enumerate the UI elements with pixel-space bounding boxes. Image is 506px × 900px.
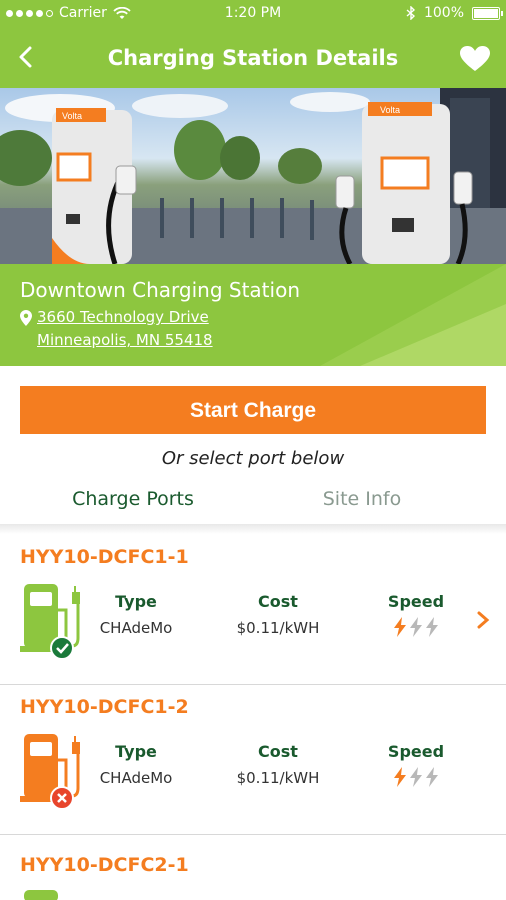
battery-percent: 100%: [423, 5, 464, 21]
bolt-icon: [410, 767, 422, 787]
station-name: Downtown Charging Station: [20, 278, 300, 302]
port-id: HYY10-DCFC1-1: [20, 546, 189, 568]
type-header: Type: [115, 742, 157, 761]
charger-unavailable-icon: [20, 734, 80, 810]
station-info: Downtown Charging Station 3660 Technolog…: [0, 264, 506, 366]
charger-illustration: Volta Volta: [0, 88, 506, 264]
cost-value: $0.11/kWH: [236, 619, 320, 637]
speed-indicator: [380, 617, 452, 637]
bolt-icon: [426, 767, 438, 787]
speed-header: Speed: [387, 742, 445, 761]
start-charge-button[interactable]: Start Charge: [20, 386, 486, 434]
address-line-1[interactable]: 3660 Technology Drive: [37, 308, 209, 326]
cost-header: Cost: [258, 592, 298, 611]
port-id: HYY10-DCFC1-2: [20, 696, 189, 718]
port-row[interactable]: HYY10-DCFC1-1 Type CHAdeMo Cost $0.11/kW…: [0, 534, 506, 685]
station-photo: Volta Volta: [0, 88, 506, 264]
tab-site-info[interactable]: Site Info: [249, 488, 475, 524]
battery-icon: [472, 6, 503, 20]
chevron-right-icon[interactable]: [476, 610, 490, 630]
type-value: CHAdeMo: [99, 619, 173, 637]
charger-available-icon: [20, 584, 80, 660]
speed-indicator: [380, 767, 452, 787]
bolt-icon: [410, 617, 422, 637]
charger-available-icon: [24, 890, 58, 900]
select-port-hint: Or select port below: [161, 448, 345, 469]
brand-label: Volta: [62, 111, 82, 121]
cost-header: Cost: [258, 742, 298, 761]
bluetooth-icon: [406, 6, 415, 20]
type-value: CHAdeMo: [99, 769, 173, 787]
bolt-icon: [426, 617, 438, 637]
page-title: Charging Station Details: [107, 46, 399, 70]
location-pin-icon: [20, 310, 32, 326]
type-header: Type: [115, 592, 157, 611]
nav-header: Charging Station Details: [0, 28, 506, 88]
heart-icon[interactable]: [460, 46, 490, 72]
tab-charge-ports[interactable]: Charge Ports: [20, 488, 246, 526]
address-line-2[interactable]: Minneapolis, MN 55418: [37, 331, 213, 349]
port-row[interactable]: HYY10-DCFC2-1: [0, 834, 506, 900]
speed-header: Speed: [387, 592, 445, 611]
tab-divider: [0, 524, 506, 534]
port-id: HYY10-DCFC2-1: [20, 854, 189, 876]
port-row[interactable]: HYY10-DCFC1-2 Type CHAdeMo Cost $0.11/kW…: [0, 684, 506, 835]
cost-value: $0.11/kWH: [236, 769, 320, 787]
bolt-icon: [394, 767, 406, 787]
brand-label-2: Volta: [380, 105, 400, 115]
status-bar: Carrier 1:20 PM 100%: [0, 0, 506, 28]
bolt-icon: [394, 617, 406, 637]
